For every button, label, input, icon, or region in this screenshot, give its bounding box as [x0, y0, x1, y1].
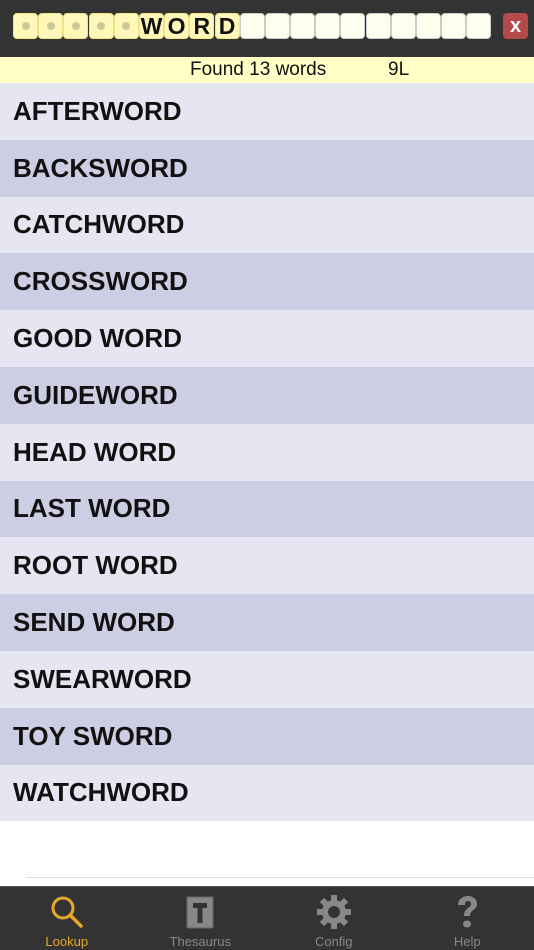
- list-item[interactable]: CROSSWORD: [0, 253, 534, 311]
- found-count: Found 13 words: [190, 59, 327, 80]
- divider: [26, 877, 534, 878]
- wildcard-tile[interactable]: [13, 13, 38, 39]
- empty-tile[interactable]: [416, 13, 441, 39]
- empty-tile[interactable]: [466, 13, 492, 39]
- clear-button[interactable]: x: [503, 13, 528, 39]
- book-icon: [186, 896, 214, 929]
- wildcard-dot-icon: [97, 22, 106, 30]
- tab-lookup[interactable]: Lookup: [0, 887, 134, 950]
- wildcard-dot-icon: [122, 22, 131, 30]
- list-item[interactable]: GUIDEWORD: [0, 366, 534, 424]
- list-item[interactable]: LAST WORD: [0, 480, 534, 538]
- tab-label: Help: [453, 934, 481, 949]
- list-item[interactable]: SEND WORD: [0, 594, 534, 651]
- wildcard-dot-icon: [46, 22, 55, 30]
- letter-tile[interactable]: W: [138, 13, 164, 39]
- list-item[interactable]: AFTERWORD: [0, 83, 534, 140]
- tab-config[interactable]: Config: [267, 887, 401, 950]
- empty-tile[interactable]: [441, 13, 467, 39]
- wildcard-dot-icon: [21, 22, 30, 30]
- letter-tile[interactable]: O: [164, 13, 190, 39]
- tab-label: Lookup: [45, 934, 89, 949]
- wildcard-tile[interactable]: [113, 13, 139, 39]
- empty-tile[interactable]: [365, 13, 391, 39]
- empty-tile[interactable]: [264, 13, 290, 39]
- tab-label: Config: [314, 934, 353, 949]
- empty-tile[interactable]: [315, 13, 341, 39]
- word-length: 9L: [388, 59, 410, 80]
- tab-thesaurus[interactable]: Thesaurus: [134, 887, 268, 950]
- question-icon: [458, 896, 478, 928]
- wildcard-tile[interactable]: [38, 13, 64, 39]
- status-bar: Found 13 words 9L: [0, 57, 534, 83]
- letter-tile[interactable]: D: [214, 13, 240, 39]
- list-item[interactable]: SWEARWORD: [0, 650, 534, 708]
- letter-tile[interactable]: R: [189, 13, 215, 39]
- empty-tile[interactable]: [340, 13, 366, 39]
- list-item[interactable]: ROOT WORD: [0, 537, 534, 595]
- empty-tile[interactable]: [290, 13, 316, 39]
- list-item[interactable]: WATCHWORD: [0, 764, 534, 822]
- gear-icon: [316, 895, 351, 929]
- tab-bar: Lookup Thesaurus Config Help: [0, 886, 534, 950]
- pattern-bar: WORD x: [0, 0, 534, 57]
- pattern-tiles: WORD: [13, 13, 492, 39]
- results-list: AFTERWORD BACKSWORD CATCHWORD CROSSWORD GOOD…: [0, 83, 534, 822]
- tab-help[interactable]: Help: [401, 887, 534, 950]
- empty-tile[interactable]: [390, 13, 416, 39]
- empty-tile[interactable]: [239, 13, 265, 39]
- list-item[interactable]: HEAD WORD: [0, 423, 534, 481]
- wildcard-dot-icon: [71, 22, 80, 30]
- list-item[interactable]: CATCHWORD: [0, 196, 534, 254]
- search-icon: [51, 896, 83, 928]
- list-item[interactable]: BACKSWORD: [0, 139, 534, 197]
- wildcard-tile[interactable]: [63, 13, 89, 39]
- list-item[interactable]: GOOD WORD: [0, 310, 534, 367]
- tab-label: Thesaurus: [169, 934, 231, 949]
- wildcard-tile[interactable]: [88, 13, 114, 39]
- list-item[interactable]: TOY SWORD: [0, 707, 534, 765]
